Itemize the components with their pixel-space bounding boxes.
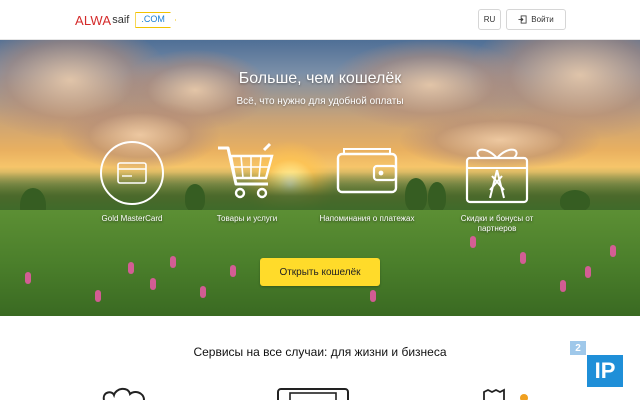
login-label: Войти — [531, 15, 554, 24]
feature-gold-card[interactable]: Gold MasterCard — [82, 140, 182, 224]
flower — [370, 290, 376, 302]
flower — [585, 266, 591, 278]
flower — [230, 265, 236, 277]
flower — [25, 272, 31, 284]
flower — [470, 236, 476, 248]
feature-label: Скидки и бонусы от партнеров — [460, 214, 534, 233]
hero-subtitle: Всё, что нужно для удобной оплаты — [236, 96, 404, 107]
cart-icon — [218, 142, 274, 199]
logo-brand-suffix: saif — [112, 14, 130, 26]
cloud-service-icon — [102, 387, 145, 400]
login-icon — [518, 15, 527, 24]
language-button[interactable]: RU — [478, 9, 501, 30]
tree — [560, 190, 590, 212]
flower — [200, 286, 206, 298]
flower — [560, 280, 566, 292]
ip-badge[interactable]: IP — [587, 355, 623, 387]
gift-icon — [465, 148, 529, 204]
feature-goods-services[interactable]: Товары и услуги — [197, 140, 297, 224]
hero-title: Больше, чем кошелёк — [238, 70, 402, 87]
feature-label: Gold MasterCard — [101, 214, 163, 223]
feature-label: Товары и услуги — [216, 214, 278, 223]
receipt-service-icon — [483, 388, 528, 400]
login-button[interactable]: Войти — [506, 9, 566, 30]
flower — [610, 245, 616, 257]
flower — [95, 290, 101, 302]
site-logo[interactable]: ALWA saif .COM — [75, 11, 176, 29]
card-icon — [100, 141, 164, 205]
terminal-service-icon — [277, 388, 349, 400]
open-wallet-button[interactable]: Открыть кошелёк — [260, 258, 380, 286]
flower — [170, 256, 176, 268]
flower — [150, 278, 156, 290]
top-header: ALWA saif .COM RU Войти — [0, 0, 640, 40]
hero-banner: Больше, чем кошелёк Всё, что нужно для у… — [0, 40, 640, 316]
feature-payment-reminders[interactable]: Напоминания о платежах — [317, 140, 417, 224]
badge-small: 2 — [570, 341, 586, 355]
logo-domain-tag: .COM — [135, 12, 176, 28]
logo-brand: ALWA — [75, 12, 112, 28]
wallet-icon — [336, 148, 398, 194]
tree — [428, 182, 446, 212]
feature-discounts-bonuses[interactable]: Скидки и бонусы от партнеров — [447, 140, 547, 234]
feature-label: Напоминания о платежах — [319, 214, 415, 223]
flower — [520, 252, 526, 264]
flower — [128, 262, 134, 274]
services-heading: Сервисы на все случаи: для жизни и бизне… — [193, 345, 447, 359]
